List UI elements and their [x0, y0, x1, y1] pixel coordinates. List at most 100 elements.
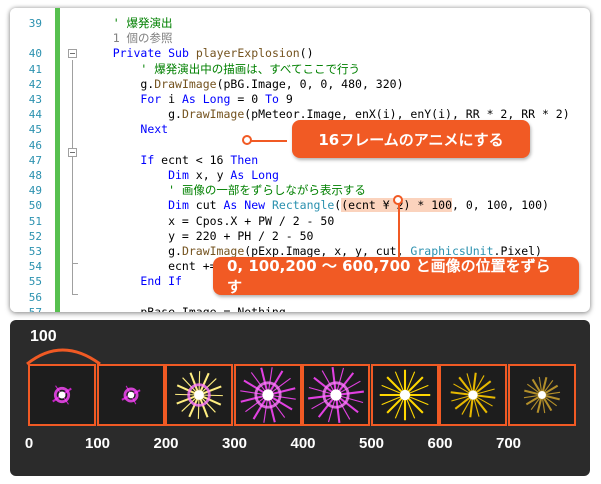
explosion-sprite [239, 367, 296, 423]
code-keyword: End If [140, 274, 182, 289]
line-number: 42 [28, 77, 42, 91]
axis-tick-label: 500 [358, 435, 385, 452]
code-token: x = Cpos.X + PW / 2 - 50 [85, 213, 335, 228]
line-number: 54 [28, 260, 42, 274]
code-token: cut [188, 198, 224, 213]
code-token: 9 [278, 92, 293, 106]
callout-offsets-text: 0, 100,200 ～ 600,700 と画像の位置をずらす [227, 257, 551, 296]
callout-pointer-dot [393, 195, 403, 205]
line-number-gutter: 3940414243444546474849505152535455565758 [10, 8, 50, 312]
code-line[interactable]: Next [85, 122, 168, 137]
code-line[interactable]: g.DrawImage(pBG.Image, 0, 0, 480, 320) [85, 76, 403, 92]
code-line[interactable]: Dim cut As New Rectangle((ecnt ¥ 2) * 10… [85, 198, 549, 213]
fold-toggle-sub[interactable] [68, 49, 77, 58]
line-number: 39 [28, 17, 42, 30]
explosion-sprite [523, 376, 560, 414]
code-line[interactable]: ' 爆発演出中の描画は、すべてここで行う [85, 62, 360, 77]
callout-pointer-dot [242, 135, 252, 145]
line-number: 48 [28, 169, 42, 182]
fold-end-marker [72, 294, 78, 295]
line-number: 43 [28, 93, 42, 106]
code-keyword: Dim [168, 168, 189, 182]
code-line[interactable]: End If [85, 274, 182, 289]
callout-offsets: 0, 100,200 ～ 600,700 と画像の位置をずらす [213, 257, 579, 296]
line-number: 45 [28, 123, 42, 137]
code-keyword: As [230, 168, 245, 182]
axis-tick-label: 0 [24, 435, 34, 452]
fold-toggle-if[interactable] [68, 148, 77, 157]
code-line[interactable]: ' 爆発演出 [85, 16, 173, 31]
code-token: g. [85, 76, 155, 91]
sprite-strip-panel: 100 0 100 200 300 400 500 600 700 [10, 320, 590, 476]
sprite-frame [507, 364, 576, 426]
axis-tick-label: 700 [495, 435, 522, 452]
code-line[interactable]: ' 画像の一部をずらしながら表示する [85, 183, 366, 198]
sprite-frame [96, 364, 165, 426]
change-indicator-bar [55, 8, 60, 312]
code-line[interactable]: x = Cpos.X + PW / 2 - 50 [85, 214, 334, 229]
line-number: 44 [28, 108, 42, 122]
line-number: 50 [28, 199, 42, 213]
code-keyword: Then [230, 152, 259, 167]
code-line[interactable]: Dim x, y As Long [85, 168, 279, 183]
axis-tick-label: 300 [221, 435, 248, 452]
code-keyword: Long [251, 168, 279, 182]
callout-frames: 16フレームのアニメにする [292, 120, 530, 158]
code-token: ecnt += 1 [85, 259, 231, 274]
code-keyword: As New [223, 198, 266, 213]
explosion-sprite [450, 372, 496, 418]
code-token: () [299, 46, 314, 61]
sprite-frame [28, 364, 96, 426]
code-comment: ' 爆発演出中の描画は、すべてここで行う [85, 61, 360, 76]
fold-end-marker [72, 263, 78, 264]
code-line[interactable]: 1 個の参照 [85, 31, 173, 46]
code-line[interactable]: If ecnt < 16 Then [85, 153, 258, 168]
code-keyword: For [140, 92, 162, 106]
line-number: 52 [28, 229, 42, 243]
code-token: x, y [188, 168, 231, 182]
code-keyword: To [265, 92, 279, 106]
code-token: y = 220 + PH / 2 - 50 [85, 228, 314, 243]
line-number: 51 [28, 214, 42, 228]
code-keyword: If [140, 152, 155, 167]
callout-pointer-line [398, 203, 400, 259]
explosion-sprite [379, 369, 430, 421]
line-number: 56 [28, 290, 42, 304]
code-line[interactable]: pBase.Image = Nothing [85, 304, 286, 312]
code-token: g. [85, 244, 182, 258]
line-number: 57 [10, 305, 42, 312]
code-token: = 0 [230, 92, 266, 106]
code-comment: ' 画像の一部をずらしながら表示する [85, 183, 366, 198]
sprite-frame [439, 364, 507, 426]
axis-tick-label: 200 [153, 435, 179, 452]
line-number: 49 [28, 184, 42, 198]
code-comment: ' 爆発演出 [85, 16, 173, 30]
axis-tick-label: 400 [290, 435, 316, 452]
code-token: i [161, 92, 182, 106]
frame-width-arc [26, 348, 101, 366]
explosion-sprite [120, 385, 141, 405]
axis-tick-label: 600 [427, 435, 453, 452]
code-line[interactable]: For i As Long = 0 To 9 [85, 92, 293, 107]
fold-guide-line [72, 60, 73, 294]
sprite-frame [233, 364, 302, 426]
callout-frames-text: 16フレームのアニメにする [318, 130, 504, 149]
code-line[interactable]: Private Sub playerExplosion() [85, 46, 314, 61]
code-token: playerExplosion [195, 46, 300, 61]
line-number: 47 [28, 153, 42, 167]
code-line[interactable]: ecnt += 1 [85, 259, 230, 274]
line-number: 41 [28, 62, 42, 76]
code-line[interactable]: y = 220 + PH / 2 - 50 [85, 229, 313, 244]
code-keyword: Private Sub [112, 46, 189, 61]
code-token: pBase.Image = Nothing [85, 304, 286, 312]
code-token: 1 個の参照 [85, 31, 173, 46]
code-token: Rectangle [271, 198, 335, 213]
code-keyword: As [181, 92, 196, 106]
code-token: , 0, 100, 100) [452, 198, 549, 213]
code-token: DrawImage [181, 107, 245, 122]
